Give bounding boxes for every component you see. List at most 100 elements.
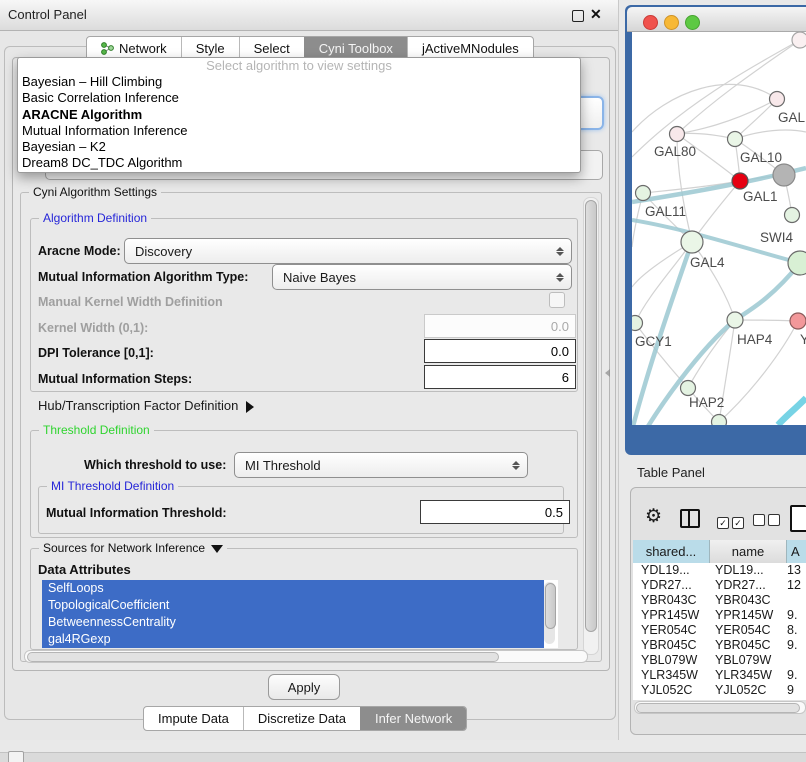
column-header-shared-name[interactable]: shared... <box>633 540 710 563</box>
column-header-name[interactable]: name <box>710 540 787 563</box>
node-salmon[interactable] <box>790 313 806 329</box>
node-label: GCY1 <box>635 334 672 349</box>
list-item[interactable]: SelfLoops <box>42 580 544 597</box>
mi-type-combo[interactable]: Naive Bayes <box>272 264 572 290</box>
tab-network-label: Network <box>119 41 167 56</box>
algorithm-option[interactable]: Dream8 DC_TDC Algorithm <box>18 155 580 171</box>
list-scrollbar[interactable] <box>544 582 555 644</box>
node-label: SWI4 <box>760 230 793 245</box>
aracne-mode-combo[interactable]: Discovery <box>124 238 572 264</box>
mac-zoom-icon[interactable] <box>685 15 700 30</box>
cyni-settings-legend: Cyni Algorithm Settings <box>29 185 161 199</box>
combo-stepper-icon <box>553 273 567 282</box>
mi-steps-field[interactable]: 6 <box>424 365 576 389</box>
float-window-icon[interactable] <box>572 10 584 22</box>
tab-impute-data[interactable]: Impute Data <box>144 707 243 730</box>
node-label: GAL11 <box>645 204 686 219</box>
gear-icon[interactable]: ⚙ <box>645 505 662 528</box>
settings-scrollbar-thumb[interactable] <box>585 200 597 632</box>
list-item[interactable]: BetweennessCentrality <box>42 614 544 631</box>
node-bottom-partial[interactable] <box>712 415 727 426</box>
settings-scrollbar[interactable] <box>583 197 599 655</box>
list-scrollbar-thumb[interactable] <box>545 583 556 629</box>
table-row[interactable]: YBL079WYBL079W <box>633 653 806 668</box>
node-swi4-target[interactable] <box>788 251 806 275</box>
table-row[interactable]: YPR145WYPR145W9. <box>633 608 806 623</box>
hub-definition-toggle[interactable]: Hub/Transcription Factor Definition <box>38 398 254 413</box>
collapsed-panel-handle[interactable] <box>8 751 24 762</box>
network-tab-icon <box>101 42 114 55</box>
network-node-labels: GAL GAL80 GAL10 GAL1 GAL11 SWI4 GAL4 GCY… <box>635 110 806 410</box>
table-row[interactable]: YDL19...YDL19...13 <box>633 563 806 578</box>
node-label: Y <box>800 332 806 347</box>
table-row[interactable]: YBR043CYBR043C <box>633 593 806 608</box>
close-panel-icon[interactable]: ✕ <box>590 6 602 23</box>
node-gal1[interactable] <box>732 173 748 189</box>
column-header-partial[interactable]: A <box>787 540 806 563</box>
algorithm-option[interactable]: Bayesian – Hill Climbing <box>18 74 580 90</box>
node-label: GAL1 <box>743 189 778 204</box>
mi-threshold-label: Mutual Information Threshold: <box>46 506 227 520</box>
document-icon[interactable] <box>790 505 806 532</box>
splitter-grip-icon[interactable] <box>605 369 610 377</box>
list-item[interactable]: gal4RGexp <box>42 631 544 648</box>
manual-kernel-checkbox[interactable] <box>549 292 565 308</box>
tab-discretize-data[interactable]: Discretize Data <box>243 707 360 730</box>
table-row[interactable]: YBR045CYBR045C9. <box>633 638 806 653</box>
apply-button[interactable]: Apply <box>268 674 340 700</box>
mi-threshold-legend: MI Threshold Definition <box>47 479 178 493</box>
table-row[interactable]: YLR345WYLR345W9. <box>633 668 806 683</box>
sources-legend[interactable]: Sources for Network Inference <box>39 541 227 555</box>
table-row[interactable]: YER054CYER054C8. <box>633 623 806 638</box>
table-row[interactable]: YDR27...YDR27...12 <box>633 578 806 593</box>
table-hscrollbar[interactable] <box>634 701 806 714</box>
kernel-width-field[interactable]: 0.0 <box>424 314 576 338</box>
list-hscrollbar-thumb[interactable] <box>27 652 499 662</box>
bottom-strip <box>0 752 806 762</box>
collapsed-arrow-icon <box>246 401 254 413</box>
columns-icon[interactable] <box>680 509 700 528</box>
node-swi4[interactable] <box>785 208 800 223</box>
node-hap4[interactable] <box>727 312 743 328</box>
unchecked-columns-icon[interactable] <box>753 513 783 531</box>
node-hap2[interactable] <box>681 381 696 396</box>
mi-threshold-field[interactable]: 0.5 <box>420 500 570 524</box>
checked-columns-icon[interactable]: ✓✓ <box>717 513 747 531</box>
threshold-definition-legend: Threshold Definition <box>39 423 154 437</box>
algorithm-option-selected[interactable]: ARACNE Algorithm <box>18 107 580 123</box>
data-attributes-list: SelfLoops TopologicalCoefficient Between… <box>42 580 558 648</box>
mi-steps-label: Mutual Information Steps: <box>38 372 192 386</box>
mac-close-icon[interactable] <box>643 15 658 30</box>
node-gcy1[interactable] <box>632 316 643 331</box>
algorithm-option[interactable]: Basic Correlation Inference <box>18 90 580 106</box>
node-gal4[interactable] <box>681 231 703 253</box>
node-label: GAL10 <box>740 150 782 165</box>
list-hscrollbar[interactable] <box>24 650 588 663</box>
node-label: GAL <box>778 110 806 125</box>
node-gal-partial[interactable] <box>770 92 785 107</box>
dropdown-placeholder: Select algorithm to view settings <box>18 58 580 74</box>
network-canvas[interactable]: GAL GAL80 GAL10 GAL1 GAL11 SWI4 GAL4 GCY… <box>632 32 806 425</box>
network-window-titlebar[interactable] <box>627 7 806 32</box>
algorithm-option[interactable]: Bayesian – K2 <box>18 139 580 155</box>
screen: Control Panel ✕ Network Style Select Cyn… <box>0 0 806 762</box>
node-top-partial[interactable] <box>792 32 806 48</box>
node-gal11[interactable] <box>636 186 651 201</box>
algorithm-option[interactable]: Mutual Information Inference <box>18 123 580 139</box>
list-item[interactable]: TopologicalCoefficient <box>42 597 544 614</box>
table-row[interactable]: YJL052CYJL052C9 <box>633 683 806 696</box>
table-hscrollbar-thumb[interactable] <box>636 703 800 713</box>
node-label: GAL4 <box>690 255 725 270</box>
control-panel-title: Control Panel <box>8 7 87 22</box>
which-threshold-combo[interactable]: MI Threshold <box>234 452 528 478</box>
table-panel-title: Table Panel <box>637 465 705 480</box>
mac-minimize-icon[interactable] <box>664 15 679 30</box>
kernel-width-label: Kernel Width (0,1): <box>38 321 148 335</box>
node-gal10[interactable] <box>728 132 743 147</box>
algorithm-definition-legend: Algorithm Definition <box>39 211 151 225</box>
dpi-tolerance-field[interactable]: 0.0 <box>424 339 576 363</box>
node-gal80[interactable] <box>670 127 685 142</box>
tab-infer-network[interactable]: Infer Network <box>360 707 466 730</box>
node-gray[interactable] <box>773 164 795 186</box>
algorithm-dropdown-popup: Select algorithm to view settings Bayesi… <box>17 57 581 173</box>
